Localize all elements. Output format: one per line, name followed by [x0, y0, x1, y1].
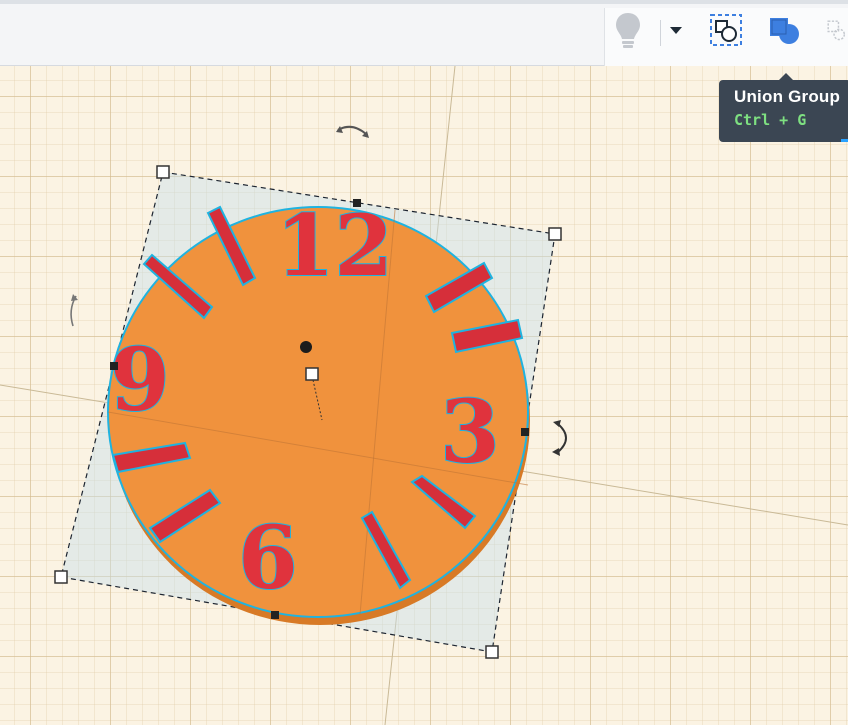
ungroup-icon[interactable]	[826, 12, 848, 48]
caret-down-icon[interactable]	[658, 12, 694, 48]
numeral-12: 12	[276, 196, 393, 295]
rotate-arrow-top-icon[interactable]	[337, 125, 367, 135]
corner-handle-bottom-left[interactable]	[54, 570, 68, 584]
numeral-6: 6	[238, 508, 298, 609]
union-group-icon[interactable]	[766, 12, 802, 48]
lightbulb-icon[interactable]	[610, 12, 646, 48]
edge-handle-right[interactable]	[521, 428, 529, 436]
edge-handle-left[interactable]	[110, 362, 118, 370]
numeral-9: 9	[110, 330, 170, 431]
tooltip-shortcut: Ctrl + G	[734, 111, 807, 129]
center-point	[300, 341, 312, 353]
corner-handle-top-right[interactable]	[548, 227, 562, 241]
tooltip-title: Union Group	[734, 87, 841, 106]
corner-handle-top-left[interactable]	[156, 165, 170, 179]
rotate-arrow-left-head	[71, 294, 78, 301]
group-select-icon[interactable]	[708, 12, 744, 48]
corner-handle-bottom-right[interactable]	[485, 645, 499, 659]
tooltip-accent	[841, 139, 848, 142]
height-handle[interactable]	[305, 367, 319, 381]
rotate-arrow-right-icon[interactable]	[557, 423, 567, 453]
edge-handle-bottom[interactable]	[271, 611, 279, 619]
edge-handle-top[interactable]	[353, 199, 361, 207]
union-group-tooltip: Union Group Ctrl + G	[719, 73, 848, 142]
numeral-3: 3	[440, 382, 500, 483]
